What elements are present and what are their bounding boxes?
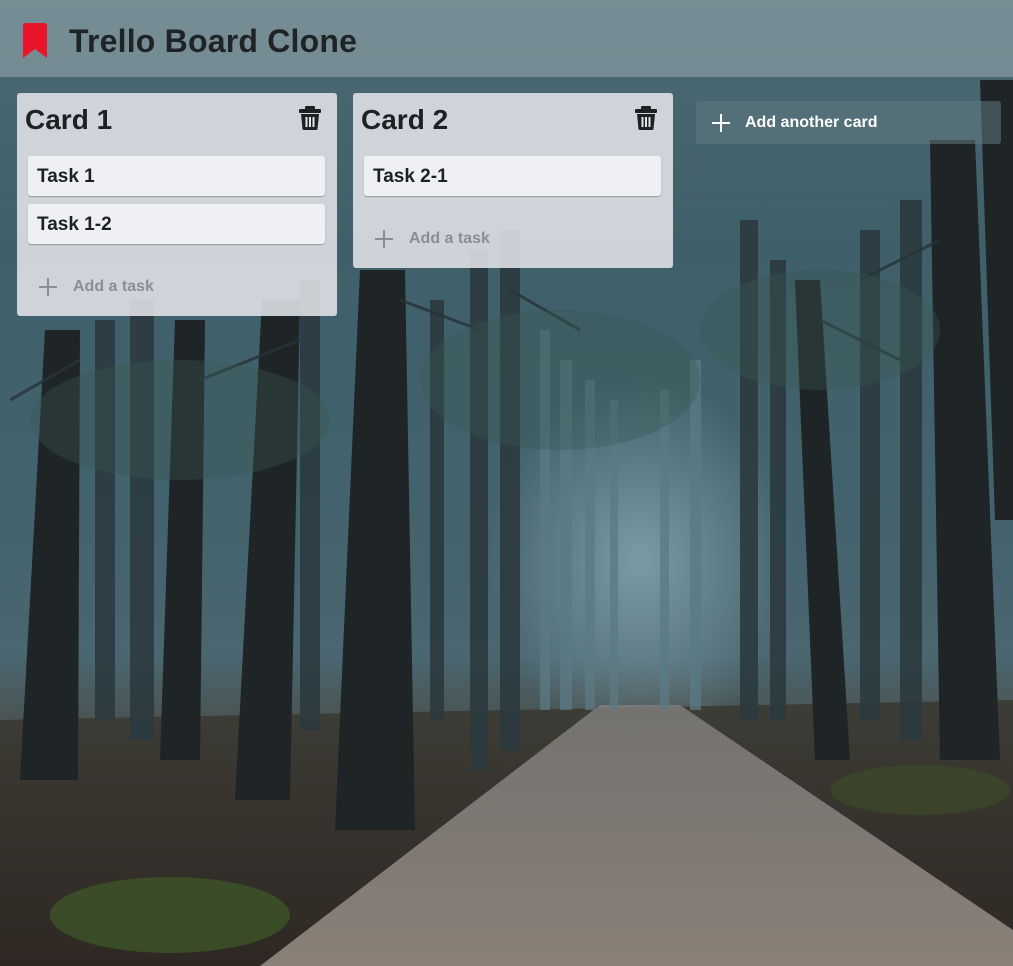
list-title: Card 2 [361, 104, 449, 135]
plus-icon [375, 230, 393, 248]
task-item[interactable]: Task 1 [28, 156, 325, 196]
add-task-label: Add a task [73, 278, 154, 295]
task-item[interactable]: Task 2-1 [364, 156, 661, 196]
bookmark-icon [23, 23, 47, 58]
app-header: Trello Board Clone [0, 0, 1013, 77]
add-task-button[interactable]: Add a task [375, 227, 490, 251]
add-task-button[interactable]: Add a task [39, 275, 154, 299]
trash-icon[interactable] [635, 106, 657, 130]
list-card-1: Card 1 Task 1 Task 1-2 Add a task [17, 93, 337, 316]
plus-icon [39, 278, 57, 296]
add-another-card-label: Add another card [745, 113, 878, 131]
list-card-2: Card 2 Task 2-1 Add a task [353, 93, 673, 268]
trash-icon[interactable] [299, 106, 321, 130]
plus-icon [712, 113, 730, 132]
add-another-card-button[interactable]: Add another card [696, 101, 1001, 144]
list-title: Card 1 [25, 104, 113, 135]
app-title: Trello Board Clone [69, 23, 358, 59]
add-task-label: Add a task [409, 230, 490, 247]
task-item[interactable]: Task 1-2 [28, 204, 325, 244]
